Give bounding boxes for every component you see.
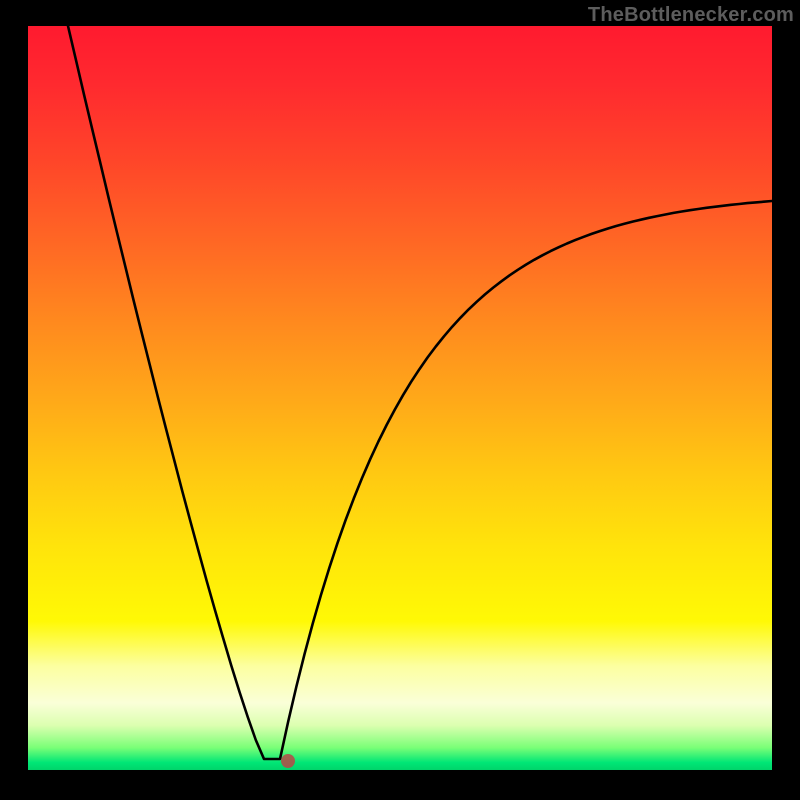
watermark-text: TheBottlenecker.com bbox=[588, 4, 794, 27]
plot-area bbox=[28, 26, 772, 770]
optimum-marker bbox=[281, 754, 295, 768]
bottleneck-curve bbox=[28, 26, 772, 770]
chart-frame: TheBottlenecker.com bbox=[0, 0, 800, 800]
